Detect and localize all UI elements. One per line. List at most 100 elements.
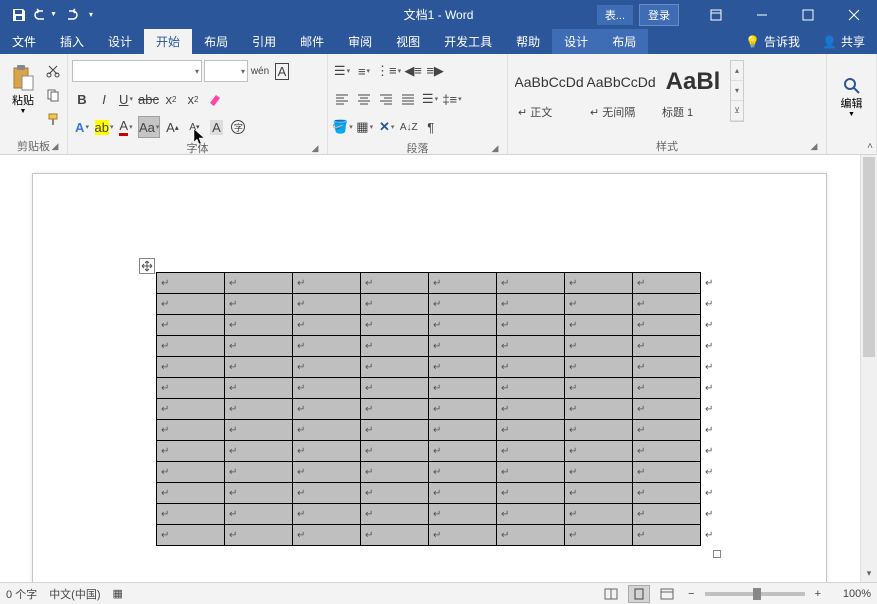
justify-button[interactable] — [398, 88, 418, 110]
table-move-handle[interactable] — [139, 258, 155, 274]
document-table[interactable]: ↵↵↵↵↵↵↵↵↵↵↵↵↵↵↵↵↵↵↵↵↵↵↵↵↵↵↵↵↵↵↵↵↵↵↵↵↵↵↵↵… — [156, 272, 717, 546]
table-row[interactable]: ↵↵↵↵↵↵↵↵↵ — [157, 273, 718, 294]
table-cell[interactable]: ↵ — [225, 294, 293, 315]
table-cell[interactable]: ↵ — [633, 336, 701, 357]
table-cell[interactable]: ↵ — [361, 483, 429, 504]
table-cell[interactable]: ↵ — [225, 462, 293, 483]
editing-menu-button[interactable]: 编辑 ▼ — [841, 77, 863, 118]
increase-indent-button[interactable]: ≡▶ — [425, 60, 445, 82]
table-cell[interactable]: ↵ — [565, 378, 633, 399]
borders-button[interactable]: ▦▾ — [355, 116, 375, 138]
zoom-slider[interactable] — [705, 592, 805, 596]
share-button[interactable]: 👤 共享 — [810, 33, 877, 50]
table-row[interactable]: ↵↵↵↵↵↵↵↵↵ — [157, 378, 718, 399]
character-border-button[interactable]: A — [272, 60, 292, 82]
table-cell[interactable]: ↵ — [497, 294, 565, 315]
shading-button[interactable]: 🪣▾ — [332, 116, 353, 138]
style-scroll-down[interactable]: ▾ — [731, 81, 743, 101]
zoom-level[interactable]: 100% — [831, 588, 871, 600]
strikethrough-button[interactable]: abc — [138, 88, 159, 110]
table-row[interactable]: ↵↵↵↵↵↵↵↵↵ — [157, 336, 718, 357]
table-row[interactable]: ↵↵↵↵↵↵↵↵↵ — [157, 525, 718, 546]
table-cell[interactable]: ↵ — [497, 399, 565, 420]
table-cell[interactable]: ↵ — [497, 273, 565, 294]
table-cell[interactable]: ↵ — [361, 441, 429, 462]
distributed-button[interactable]: ☰▾ — [420, 88, 440, 110]
table-cell[interactable]: ↵ — [361, 420, 429, 441]
scroll-thumb[interactable] — [863, 157, 875, 357]
table-cell[interactable]: ↵ — [293, 483, 361, 504]
table-cell[interactable]: ↵ — [565, 294, 633, 315]
font-size-combo[interactable]: ▾ — [204, 60, 248, 82]
vertical-scrollbar[interactable]: ▴ ▾ — [860, 155, 877, 582]
undo-button[interactable]: ▼ — [32, 2, 58, 28]
phonetic-guide-button[interactable]: wén — [250, 60, 270, 82]
table-cell[interactable]: ↵ — [157, 441, 225, 462]
style-item-heading1[interactable]: AaBl 标题 1 — [658, 60, 728, 122]
table-cell[interactable]: ↵ — [633, 378, 701, 399]
table-cell[interactable]: ↵ — [157, 399, 225, 420]
table-cell[interactable]: ↵ — [225, 273, 293, 294]
table-cell[interactable]: ↵ — [429, 378, 497, 399]
align-left-button[interactable] — [332, 88, 352, 110]
table-cell[interactable]: ↵ — [157, 273, 225, 294]
table-cell[interactable]: ↵ — [565, 420, 633, 441]
highlight-button[interactable]: ab▾ — [94, 116, 114, 138]
table-row[interactable]: ↵↵↵↵↵↵↵↵↵ — [157, 483, 718, 504]
change-case-button[interactable]: Aa▾ — [138, 116, 160, 138]
tell-me-search[interactable]: 💡 告诉我 — [735, 33, 810, 50]
superscript-button[interactable]: x2 — [183, 88, 203, 110]
table-cell[interactable]: ↵ — [361, 504, 429, 525]
table-cell[interactable]: ↵ — [293, 462, 361, 483]
zoom-out-button[interactable]: − — [684, 588, 698, 600]
table-cell[interactable]: ↵ — [157, 378, 225, 399]
table-cell[interactable]: ↵ — [565, 483, 633, 504]
tab-references[interactable]: 引用 — [240, 29, 288, 54]
table-cell[interactable]: ↵ — [497, 525, 565, 546]
table-cell[interactable]: ↵ — [157, 420, 225, 441]
macro-recording-icon[interactable]: ▦ — [113, 587, 123, 600]
maximize-button[interactable] — [785, 0, 831, 29]
show-marks-button[interactable]: ¶ — [421, 116, 441, 138]
table-cell[interactable]: ↵ — [633, 525, 701, 546]
decrease-indent-button[interactable]: ◀≡ — [403, 60, 423, 82]
line-spacing-button[interactable]: ‡≡▾ — [442, 88, 462, 110]
style-gallery[interactable]: AaBbCcDd ↵ 正文 AaBbCcDd ↵ 无间隔 AaBl 标题 1 ▴… — [512, 56, 746, 126]
table-cell[interactable]: ↵ — [225, 525, 293, 546]
redo-button[interactable] — [58, 2, 84, 28]
table-cell[interactable]: ↵ — [633, 420, 701, 441]
table-cell[interactable]: ↵ — [225, 315, 293, 336]
table-cell[interactable]: ↵ — [497, 483, 565, 504]
table-cell[interactable]: ↵ — [429, 483, 497, 504]
table-cell[interactable]: ↵ — [429, 399, 497, 420]
table-cell[interactable]: ↵ — [293, 357, 361, 378]
table-cell[interactable]: ↵ — [293, 420, 361, 441]
table-cell[interactable]: ↵ — [633, 315, 701, 336]
table-cell[interactable]: ↵ — [429, 315, 497, 336]
table-row[interactable]: ↵↵↵↵↵↵↵↵↵ — [157, 441, 718, 462]
table-cell[interactable]: ↵ — [633, 462, 701, 483]
style-item-nospacing[interactable]: AaBbCcDd ↵ 无间隔 — [586, 60, 656, 122]
character-shading-button[interactable]: A — [206, 116, 226, 138]
table-cell[interactable]: ↵ — [633, 399, 701, 420]
table-cell[interactable]: ↵ — [565, 315, 633, 336]
table-cell[interactable]: ↵ — [633, 294, 701, 315]
minimize-button[interactable] — [739, 0, 785, 29]
close-button[interactable] — [831, 0, 877, 29]
shrink-font-button[interactable]: A▾ — [184, 116, 204, 138]
table-row[interactable]: ↵↵↵↵↵↵↵↵↵ — [157, 357, 718, 378]
table-cell[interactable]: ↵ — [429, 357, 497, 378]
table-cell[interactable]: ↵ — [497, 315, 565, 336]
login-button[interactable]: 登录 — [639, 4, 679, 26]
table-cell[interactable]: ↵ — [361, 336, 429, 357]
document-area[interactable]: ↵↵↵↵↵↵↵↵↵↵↵↵↵↵↵↵↵↵↵↵↵↵↵↵↵↵↵↵↵↵↵↵↵↵↵↵↵↵↵↵… — [0, 155, 877, 582]
table-cell[interactable]: ↵ — [633, 357, 701, 378]
grow-font-button[interactable]: A▴ — [162, 116, 182, 138]
table-cell[interactable]: ↵ — [497, 441, 565, 462]
tab-mailings[interactable]: 邮件 — [288, 29, 336, 54]
table-cell[interactable]: ↵ — [225, 483, 293, 504]
table-cell[interactable]: ↵ — [361, 357, 429, 378]
table-cell[interactable]: ↵ — [361, 378, 429, 399]
table-cell[interactable]: ↵ — [565, 462, 633, 483]
multilevel-list-button[interactable]: ⋮≡▾ — [376, 60, 401, 82]
